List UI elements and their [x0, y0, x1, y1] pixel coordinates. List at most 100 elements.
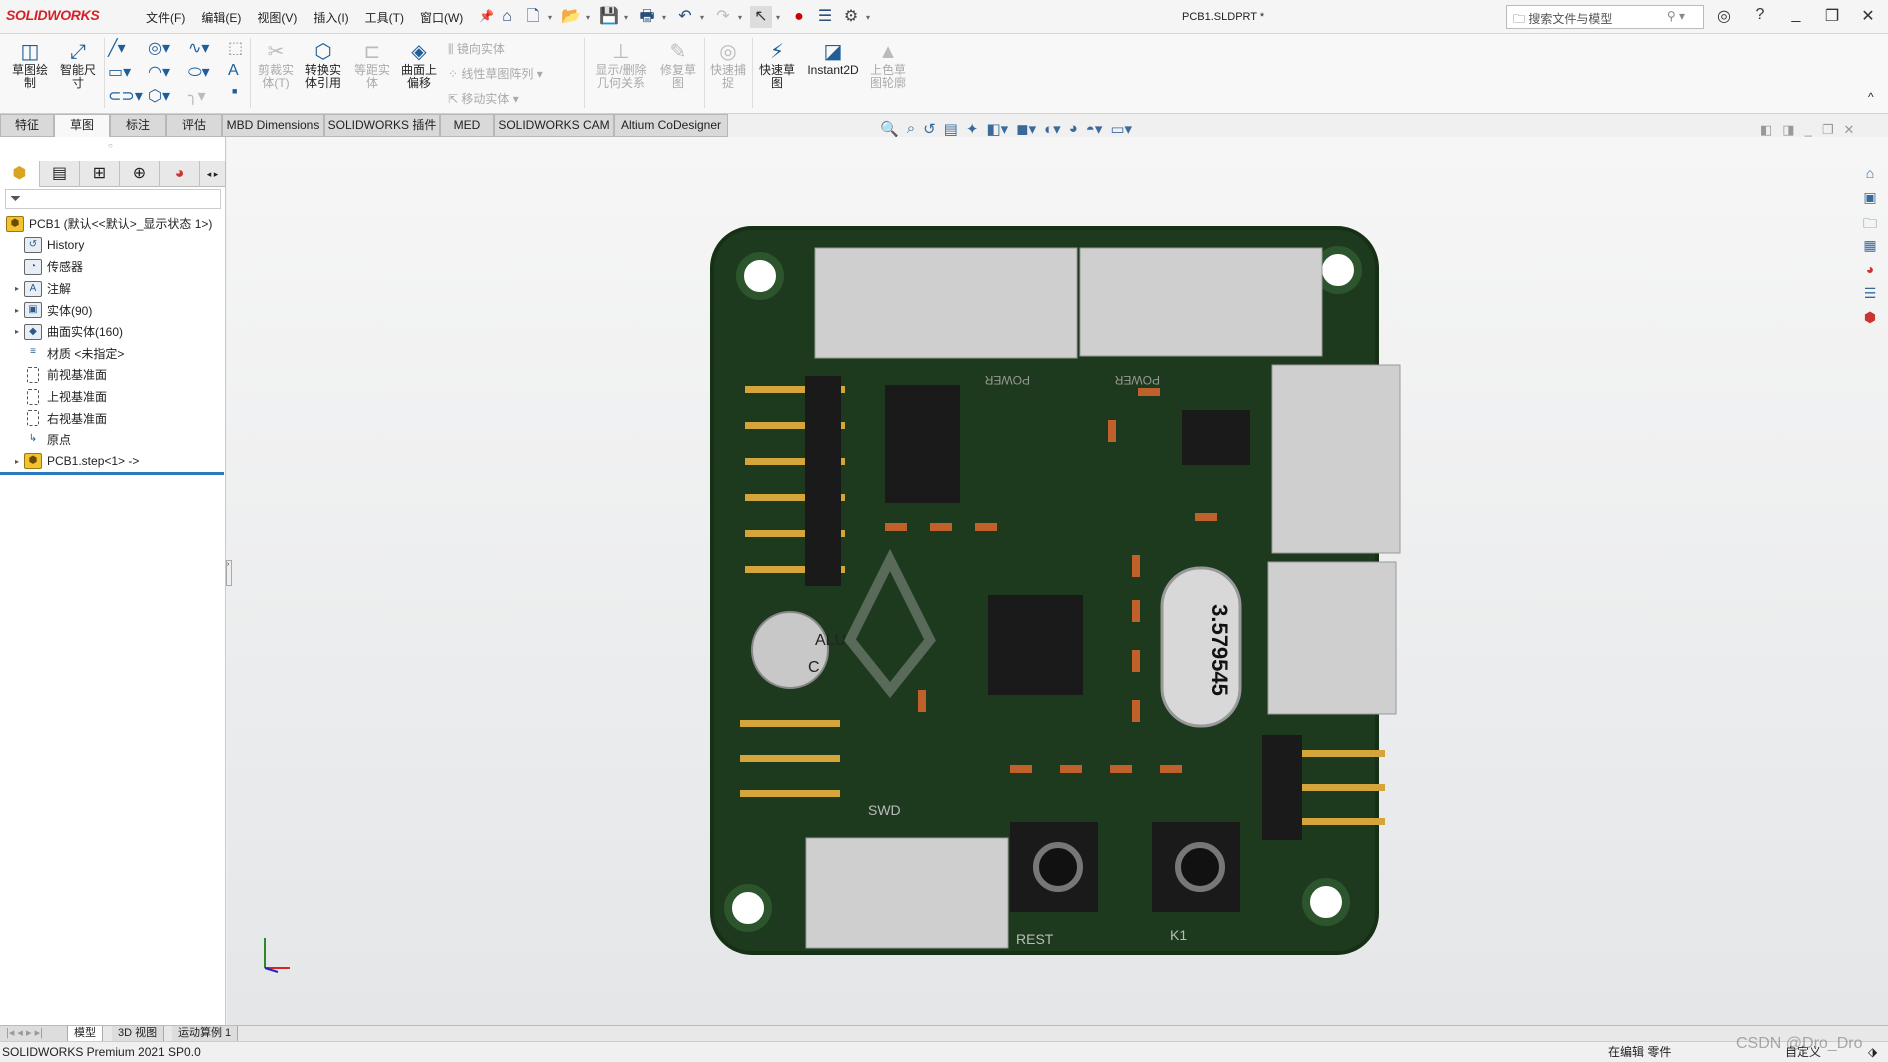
tree-item[interactable]: ↳ 原点	[0, 429, 226, 451]
tree-item[interactable]: 上视基准面	[0, 386, 226, 408]
trim-button[interactable]: ✂ 剪裁实体(T)	[254, 40, 298, 90]
hide-show-icon[interactable]: ◐▾	[1044, 120, 1061, 138]
mirror-button[interactable]: ⫼ 镜向实体	[448, 40, 505, 57]
print-icon[interactable]: 🖶	[636, 6, 658, 28]
graphics-area[interactable]: 3.579545 ALU C SWD REST K1 POWER POWER	[227, 137, 1888, 1025]
open-icon[interactable]: 📂	[560, 6, 582, 28]
menu-insert[interactable]: 插入(I)	[305, 9, 356, 26]
surface-offset-button[interactable]: ◈ 曲面上偏移	[396, 40, 442, 90]
tab-solidworks-cam[interactable]: SOLIDWORKS CAM	[494, 114, 614, 137]
rectangle-icon[interactable]: ▭▾	[108, 62, 131, 82]
tree-item[interactable]: ↺ History	[0, 235, 226, 257]
tree-item[interactable]: 前视基准面	[0, 364, 226, 386]
custom-properties-icon[interactable]: ☰	[1860, 285, 1880, 303]
menu-view[interactable]: 视图(V)	[249, 9, 305, 26]
display-style-icon[interactable]: ◼▾	[1016, 120, 1036, 138]
arc-icon[interactable]: ◠▾	[148, 62, 170, 82]
smart-dimension-button[interactable]: ⤢ 智能尺寸	[56, 40, 100, 90]
file-properties-icon[interactable]: ☰	[814, 6, 836, 28]
previous-view-icon[interactable]: ↺	[923, 120, 936, 138]
tree-item[interactable]: ▸ A 注解	[0, 278, 226, 300]
restore-doc-button[interactable]: ❐	[1822, 122, 1834, 138]
tab-mbd-dimensions[interactable]: MBD Dimensions	[222, 114, 324, 137]
tab-evaluate[interactable]: 评估	[166, 114, 222, 137]
tree-item[interactable]: 右视基准面	[0, 407, 226, 429]
collapse-ribbon-icon[interactable]: ^	[1868, 90, 1874, 104]
solidworks-forum-icon[interactable]: ⬢	[1860, 309, 1880, 327]
relations-button[interactable]: ⊥ 显示/删除几何关系	[590, 40, 652, 90]
slot-icon[interactable]: ⊂⊃▾	[108, 86, 143, 106]
propertymanager-tab-icon[interactable]: ▤	[40, 161, 80, 187]
text-icon[interactable]: A	[228, 62, 239, 80]
tab-scroll-arrows[interactable]: |◂ ◂ ▸ ▸|	[0, 1026, 68, 1041]
tile-left-icon[interactable]: ◧	[1760, 122, 1772, 138]
panel-scroll-arrows[interactable]: ◂ ▸	[200, 161, 226, 187]
home-icon[interactable]: ⌂	[496, 6, 518, 28]
expand-arrow-icon[interactable]: ▸	[10, 457, 24, 466]
panel-grip-icon[interactable]: ○	[108, 141, 113, 150]
menu-edit[interactable]: 编辑(E)	[193, 9, 249, 26]
edit-appearance-icon[interactable]: ◕	[1069, 120, 1078, 138]
configurationmanager-tab-icon[interactable]: ⊞	[80, 161, 120, 187]
tab-features[interactable]: 特征	[0, 114, 54, 137]
panel-collapse-handle[interactable]: ›	[226, 560, 232, 586]
new-icon[interactable]: 🗋	[522, 6, 544, 28]
file-explorer-icon[interactable]: 🗀	[1860, 213, 1880, 231]
linear-pattern-button[interactable]: ⁘ 线性草图阵列 ▾	[448, 65, 543, 82]
menu-window[interactable]: 窗口(W)	[412, 9, 471, 26]
section-view-icon[interactable]: ▤	[944, 120, 958, 138]
sketch-button[interactable]: ◫ 草图绘制	[8, 40, 52, 90]
tab-model[interactable]: 模型	[68, 1026, 103, 1041]
minimize-doc-button[interactable]: _	[1805, 122, 1812, 138]
construction-icon[interactable]: ⬚	[228, 38, 243, 58]
zoom-to-fit-icon[interactable]: 🔍	[880, 120, 899, 138]
rollback-bar[interactable]	[0, 472, 224, 475]
help-icon[interactable]: ?	[1748, 6, 1772, 26]
rebuild-icon[interactable]: ●	[788, 6, 810, 28]
shaded-sketch-button[interactable]: ▲ 上色草图轮廓	[866, 40, 910, 90]
tab-motion-study[interactable]: 运动算例 1	[172, 1026, 239, 1041]
move-button[interactable]: ⇱ 移动实体 ▾	[448, 90, 519, 107]
instant2d-button[interactable]: ◪ Instant2D	[802, 40, 864, 77]
view-orientation-icon[interactable]: ◧▾	[986, 120, 1008, 138]
resources-icon[interactable]: ⌂	[1860, 165, 1880, 183]
menu-tools[interactable]: 工具(T)	[357, 9, 412, 26]
close-doc-button[interactable]: ✕	[1843, 122, 1854, 138]
dimxpert-tab-icon[interactable]: ⊕	[120, 161, 160, 187]
apply-scene-icon[interactable]: ◓▾	[1086, 120, 1103, 138]
fillet-icon[interactable]: ╮▾	[188, 86, 206, 106]
zoom-area-icon[interactable]: ⌕	[907, 120, 915, 138]
options-icon[interactable]: ⚙	[840, 6, 862, 28]
spline-icon[interactable]: ∿▾	[188, 38, 209, 58]
expand-arrow-icon[interactable]: ▸	[10, 327, 24, 336]
quick-snaps-button[interactable]: ◎ 快速捕捉	[708, 40, 748, 90]
tree-item[interactable]: ◔ 传感器	[0, 256, 226, 278]
restore-button[interactable]: ❐	[1820, 6, 1844, 26]
tab-sketch[interactable]: 草图	[54, 114, 110, 137]
close-button[interactable]: ✕	[1856, 6, 1880, 26]
tree-item[interactable]: ▸ ⬢ PCB1.step<1> ->	[0, 451, 226, 473]
offset-button[interactable]: ⊏ 等距实体	[350, 40, 394, 90]
design-library-icon[interactable]: ▣	[1860, 189, 1880, 207]
point-icon[interactable]: ■	[232, 86, 237, 96]
tab-altium-codesigner[interactable]: Altium CoDesigner	[614, 114, 728, 137]
dynamic-annotation-icon[interactable]: ✦	[966, 120, 979, 138]
line-icon[interactable]: ╱▾	[108, 38, 126, 58]
filter-input[interactable]: ⏷	[5, 189, 221, 209]
tree-root[interactable]: ⬢ PCB1 (默认<<默认>_显示状态 1>)	[0, 213, 226, 235]
tile-right-icon[interactable]: ◨	[1782, 122, 1794, 138]
tab-markup[interactable]: 标注	[110, 114, 166, 137]
select-icon[interactable]: ↖	[750, 6, 772, 28]
displaymanager-tab-icon[interactable]: ◕	[160, 161, 200, 187]
tab-med[interactable]: MED	[440, 114, 494, 137]
appearances-icon[interactable]: ◕	[1860, 261, 1880, 279]
user-icon[interactable]: ◎	[1712, 6, 1736, 26]
polygon-icon[interactable]: ⬡▾	[148, 86, 170, 106]
undo-icon[interactable]: ↶	[674, 6, 696, 28]
convert-entities-button[interactable]: ⬡ 转换实体引用	[300, 40, 346, 90]
expand-arrow-icon[interactable]: ▸	[10, 306, 24, 315]
repair-sketch-button[interactable]: ✎ 修复草图	[656, 40, 700, 90]
expand-arrow-icon[interactable]: ▸	[10, 284, 24, 293]
save-icon[interactable]: 💾	[598, 6, 620, 28]
featuremanager-tab-icon[interactable]: ⬢	[0, 161, 40, 187]
